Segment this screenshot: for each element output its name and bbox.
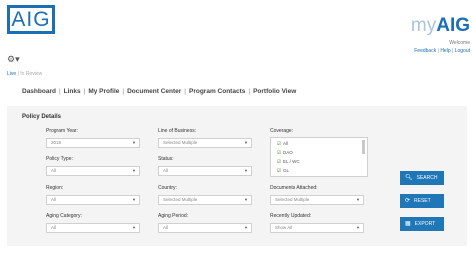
nav-my-profile[interactable]: My Profile <box>88 88 119 95</box>
chevron-down-icon: ▼ <box>132 140 136 145</box>
welcome-text: Welcome <box>449 40 470 46</box>
aging-period-label: Aging Period: <box>158 213 189 219</box>
search-button[interactable]: 🔍︎ SEARCH <box>400 171 444 185</box>
documents-attached-select[interactable]: Selected Multiple ▼ <box>270 195 364 205</box>
checkbox-icon: ☑ <box>277 168 282 173</box>
coverage-option[interactable]: ☑ GL <box>277 168 289 174</box>
recently-updated-select[interactable]: Show All ▼ <box>270 223 364 233</box>
status-select[interactable]: All ▼ <box>158 166 252 176</box>
program-year-value: 2018 <box>51 140 62 145</box>
aging-category-value: All <box>51 225 57 230</box>
chevron-down-icon: ▼ <box>244 197 248 202</box>
policy-type-value: All <box>51 168 57 173</box>
program-year-select[interactable]: 2018 ▼ <box>46 138 140 148</box>
recently-updated-value: Show All <box>275 225 293 230</box>
coverage-label: Coverage: <box>270 128 294 134</box>
myaig-brand-aig: AIG <box>436 15 470 36</box>
aging-category-select[interactable]: All ▼ <box>46 223 140 233</box>
chevron-down-icon: ▼ <box>244 168 248 173</box>
nav-separator: | <box>122 88 125 95</box>
documents-attached-value: Selected Multiple <box>275 197 310 202</box>
coverage-listbox[interactable]: ☑ All ☑ DAO ☑ EL / WC ☑ GL <box>270 137 368 177</box>
aig-logo-text: AIG <box>11 8 51 31</box>
line-of-business-select[interactable]: Selected Multiple ▼ <box>158 138 252 148</box>
search-icon: 🔍︎ <box>405 175 413 181</box>
nav-separator: | <box>184 88 186 95</box>
coverage-option[interactable]: ☑ All <box>277 141 288 147</box>
reset-button[interactable]: ⟳ RESET <box>400 194 444 208</box>
chevron-down-icon: ▼ <box>132 168 136 173</box>
top-links: Feedback | Help | Logout <box>414 48 470 54</box>
region-label: Region: <box>46 185 64 191</box>
checkbox-icon: ☑ <box>277 159 282 164</box>
breadcrumb: Live | In Review <box>7 71 42 77</box>
chevron-down-icon: ▼ <box>244 140 248 145</box>
coverage-option[interactable]: ☑ EL / WC <box>277 159 300 165</box>
chevron-down-icon: ▼ <box>132 197 136 202</box>
policy-type-label: Policy Type: <box>46 156 73 162</box>
recently-updated-label: Recently Updated: <box>270 213 312 219</box>
coverage-option-label: EL / WC <box>283 159 300 164</box>
coverage-option[interactable]: ☑ DAO <box>277 150 293 156</box>
breadcrumb-live[interactable]: Live <box>7 71 16 77</box>
line-of-business-label: Line of Business: <box>158 128 197 134</box>
chevron-down-icon: ▼ <box>356 197 360 202</box>
help-link[interactable]: Help <box>440 48 450 54</box>
feedback-link[interactable]: Feedback <box>414 48 436 54</box>
country-select[interactable]: Selected Multiple ▼ <box>158 195 252 205</box>
nav-separator: | <box>58 88 61 95</box>
checkbox-icon: ☑ <box>277 141 282 146</box>
panel-title: Policy Details <box>22 114 62 120</box>
chevron-down-icon: ▼ <box>244 225 248 230</box>
program-year-label: Program Year: <box>46 128 78 134</box>
nav-portfolio-view[interactable]: Portfolio View <box>253 88 296 95</box>
coverage-option-label: DAO <box>283 150 293 155</box>
line-of-business-value: Selected Multiple <box>163 140 198 145</box>
status-label: Status: <box>158 156 174 162</box>
search-button-label: SEARCH <box>416 175 438 181</box>
gear-icon[interactable]: ⚙▾ <box>7 55 20 64</box>
link-separator: | <box>437 48 439 54</box>
export-button[interactable]: ▦ EXPORT <box>400 217 444 231</box>
coverage-option-label: All <box>283 141 289 146</box>
region-select[interactable]: All ▼ <box>46 195 140 205</box>
link-separator: | <box>452 48 454 54</box>
chevron-down-icon: ▼ <box>132 225 136 230</box>
spreadsheet-icon: ▦ <box>405 221 411 227</box>
chevron-down-icon: ▼ <box>356 225 360 230</box>
coverage-scrollbar[interactable] <box>362 140 365 154</box>
nav-separator: | <box>248 88 251 95</box>
coverage-option-label: GL <box>283 168 290 173</box>
nav-document-center[interactable]: Document Center <box>127 88 181 95</box>
export-button-label: EXPORT <box>414 221 436 227</box>
myaig-brand: myAIG <box>411 16 470 35</box>
aig-logo[interactable]: AIG <box>7 5 55 34</box>
checkbox-icon: ☑ <box>277 150 282 155</box>
nav-links[interactable]: Links <box>64 88 81 95</box>
aging-period-value: All <box>163 225 169 230</box>
myaig-brand-my: my <box>410 15 437 36</box>
reset-button-label: RESET <box>414 198 431 204</box>
country-label: Country: <box>158 185 177 191</box>
breadcrumb-in-review[interactable]: In Review <box>20 71 42 77</box>
policy-type-select[interactable]: All ▼ <box>46 166 140 176</box>
nav-program-contacts[interactable]: Program Contacts <box>189 88 245 95</box>
status-value: All <box>163 168 169 173</box>
region-value: All <box>51 197 57 202</box>
documents-attached-label: Documents Attached: <box>270 185 318 191</box>
aging-period-select[interactable]: All ▼ <box>158 223 252 233</box>
logout-link[interactable]: Logout <box>455 48 470 54</box>
refresh-icon: ⟳ <box>405 198 411 204</box>
aging-category-label: Aging Category: <box>46 213 82 219</box>
country-value: Selected Multiple <box>163 197 198 202</box>
main-nav: Dashboard | Links | My Profile | Document Cent… <box>22 88 296 95</box>
nav-dashboard[interactable]: Dashboard <box>22 88 56 95</box>
